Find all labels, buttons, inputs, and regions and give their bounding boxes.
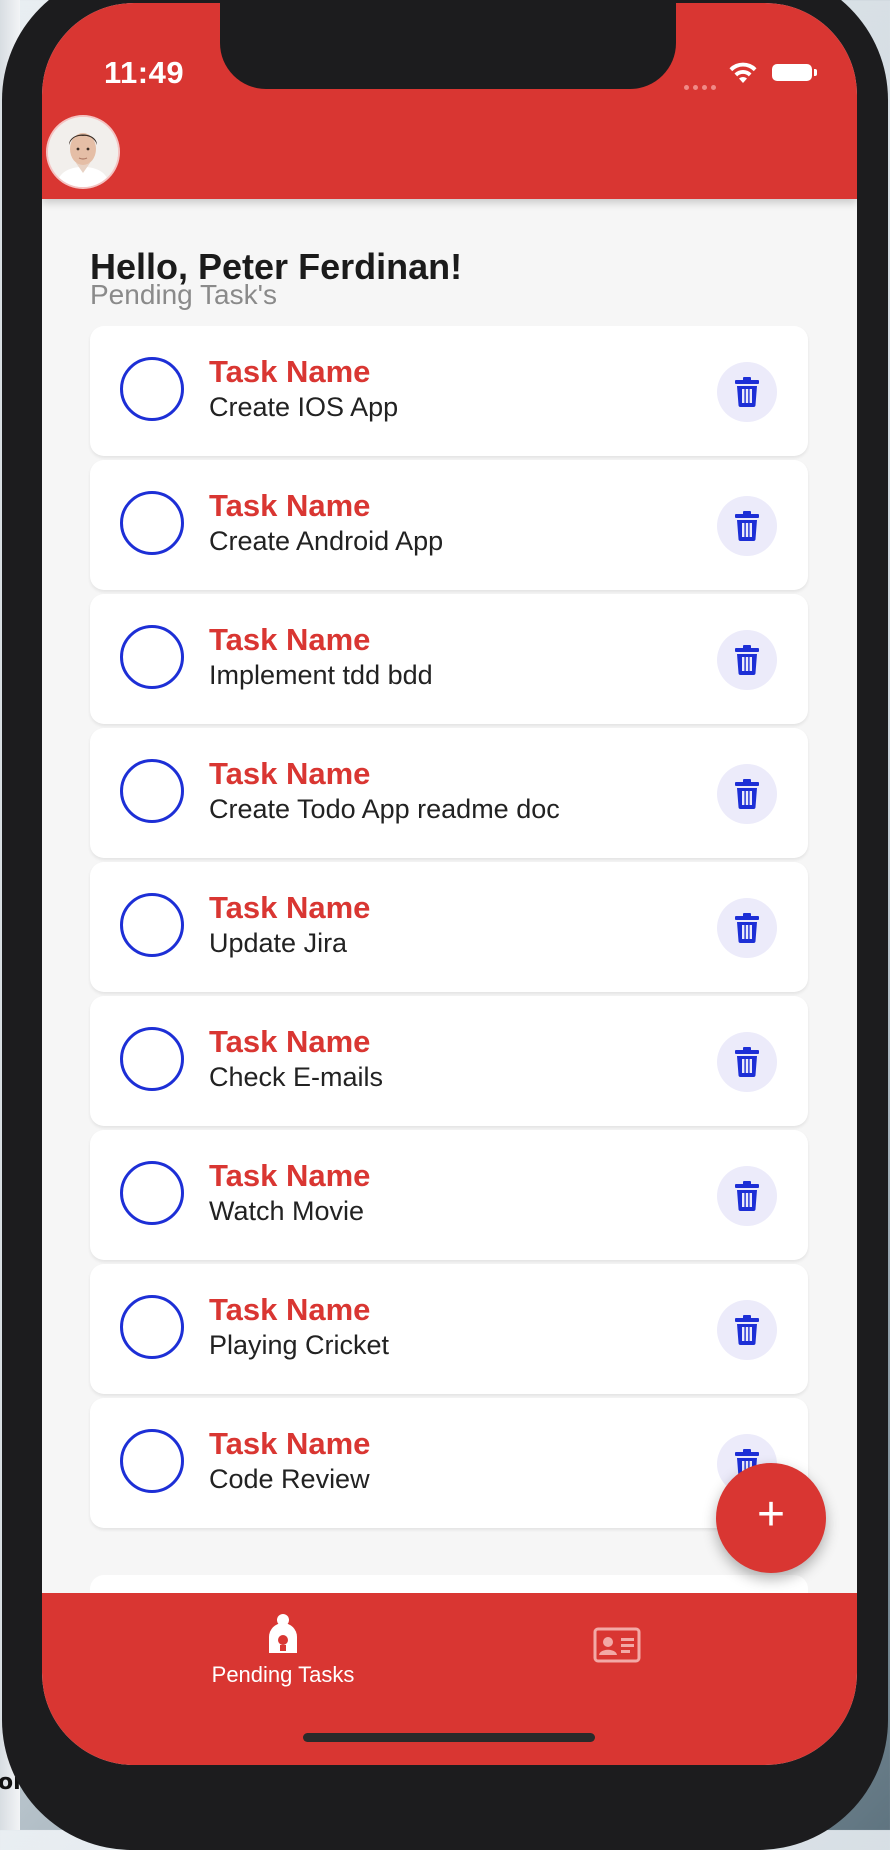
complete-task-checkbox[interactable] (120, 357, 184, 421)
complete-task-checkbox[interactable] (120, 1295, 184, 1359)
delete-task-button[interactable] (717, 362, 777, 422)
complete-task-checkbox[interactable] (120, 1429, 184, 1493)
trash-icon (735, 779, 759, 809)
trash-icon (735, 511, 759, 541)
complete-task-checkbox[interactable] (120, 1027, 184, 1091)
contact-card-icon (593, 1627, 641, 1663)
task-name: Playing Cricket (209, 1330, 390, 1360)
cellular-signal-icon (684, 77, 720, 95)
task-card[interactable]: Task Name Implement tdd bdd (90, 594, 808, 724)
delete-task-button[interactable] (717, 496, 777, 556)
delete-task-button[interactable] (717, 764, 777, 824)
delete-task-button[interactable] (717, 1300, 777, 1360)
task-label: Task Name (209, 1158, 371, 1193)
complete-task-checkbox[interactable] (120, 1161, 184, 1225)
delete-task-button[interactable] (717, 1032, 777, 1092)
task-name: Code Review (209, 1464, 370, 1494)
app-header: 11:49 (42, 3, 857, 199)
complete-task-checkbox[interactable] (120, 893, 184, 957)
task-card[interactable]: Task Name Create Todo App readme doc (90, 728, 808, 858)
delete-task-button[interactable] (717, 630, 777, 690)
trash-icon (735, 913, 759, 943)
task-card[interactable]: Task Name Check E-mails (90, 996, 808, 1126)
bottom-navigation: Pending Tasks (42, 1593, 857, 1765)
plus-icon: + (756, 1488, 786, 1541)
home-indicator (303, 1733, 595, 1742)
task-label: Task Name (209, 622, 371, 657)
status-time: 11:49 (104, 55, 185, 90)
task-name: Create Android App (209, 526, 444, 556)
task-label: Task Name (209, 1024, 371, 1059)
wifi-icon (728, 62, 758, 89)
nav-pending-label: Pending Tasks (211, 1662, 355, 1687)
task-card[interactable]: Task Name Playing Cricket (90, 1264, 808, 1394)
delete-task-button[interactable] (717, 898, 777, 958)
app-screen: 11:49 Hello, Peter Ferdinan! Pending Tas… (42, 3, 857, 1765)
task-label: Task Name (209, 354, 371, 389)
trash-icon (735, 1047, 759, 1077)
nav-pending-tasks[interactable]: Pending Tasks (168, 1613, 398, 1688)
task-label: Task Name (209, 488, 371, 523)
battery-icon (772, 64, 817, 81)
task-card[interactable]: Task Name Watch Movie (90, 1130, 808, 1260)
task-name: Watch Movie (209, 1196, 365, 1226)
trash-icon (735, 645, 759, 675)
trash-icon (735, 1315, 759, 1345)
task-label: Task Name (209, 890, 371, 925)
nav-profile[interactable] (587, 1627, 647, 1668)
trash-icon (735, 1181, 759, 1211)
complete-task-checkbox[interactable] (120, 759, 184, 823)
complete-task-checkbox[interactable] (120, 625, 184, 689)
greeting-block: Hello, Peter Ferdinan! Pending Task's (90, 247, 462, 309)
task-card[interactable]: Task Name Create Android App (90, 460, 808, 590)
task-card[interactable]: Task Name Create IOS App (90, 326, 808, 456)
user-avatar[interactable] (48, 117, 118, 187)
task-name: Check E-mails (209, 1062, 384, 1092)
task-label: Task Name (209, 1292, 371, 1327)
task-list: Task Name Create IOS App Task Name Create A… (90, 326, 808, 1532)
task-name: Create Todo App readme doc (209, 794, 560, 824)
delete-task-button[interactable] (717, 1166, 777, 1226)
task-name: Update Jira (209, 928, 348, 958)
phone-frame: 11:49 Hello, Peter Ferdinan! Pending Tas… (2, 0, 888, 1850)
task-label: Task Name (209, 1426, 371, 1461)
task-name: Implement tdd bdd (209, 660, 433, 690)
device-notch (220, 3, 676, 89)
person-task-icon (269, 1614, 297, 1653)
task-name: Create IOS App (209, 392, 399, 422)
complete-task-checkbox[interactable] (120, 491, 184, 555)
task-card[interactable]: Task Name Code Review (90, 1398, 808, 1528)
task-label: Task Name (209, 756, 371, 791)
trash-icon (735, 377, 759, 407)
add-task-button[interactable]: + (716, 1463, 826, 1573)
task-card[interactable]: Task Name Update Jira (90, 862, 808, 992)
